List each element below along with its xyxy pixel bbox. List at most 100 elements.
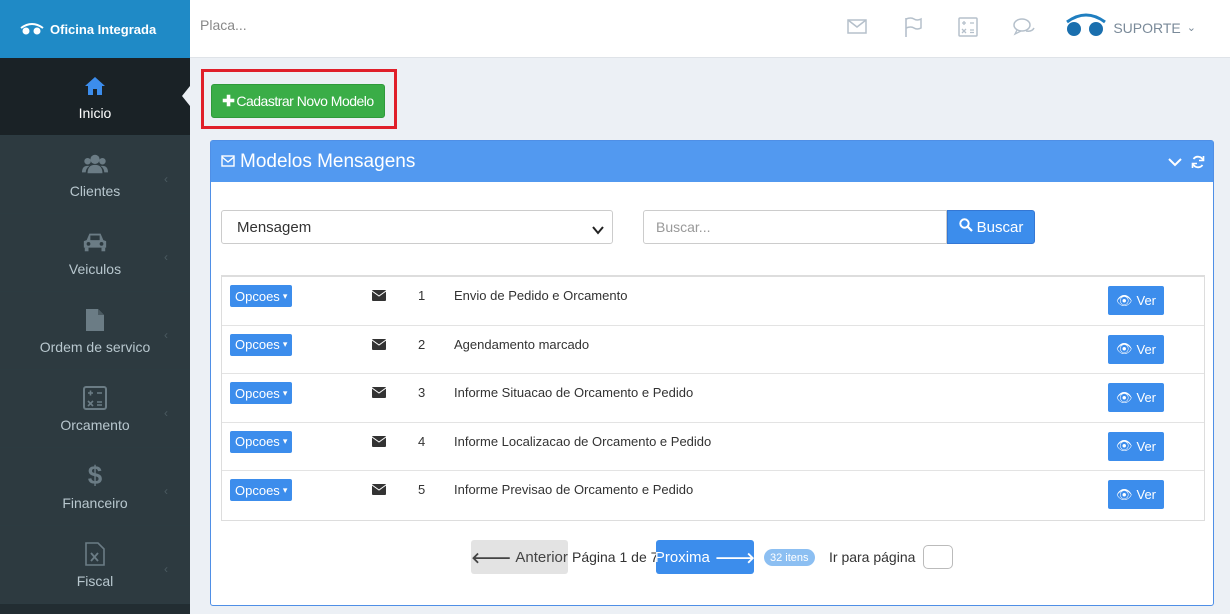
table-row: Opcoes ▾ 2 Agendamento marcado 👁 Ver — [222, 326, 1204, 374]
previous-button[interactable]: 🡐 Anterior — [471, 540, 568, 574]
filter-select-value: Mensagem — [237, 218, 312, 236]
eye-icon: 👁 — [1115, 486, 1133, 502]
chevron-down-icon: ⌄ — [1186, 22, 1196, 34]
message-name: Informe Situacao de Orcamento e Pedido — [454, 385, 694, 400]
view-button[interactable]: 👁 Ver — [1108, 480, 1164, 509]
sidebar-item-label: Fiscal — [76, 572, 114, 589]
view-button[interactable]: 👁 Ver — [1108, 286, 1164, 315]
file-icon — [82, 307, 108, 333]
sidebar-item-inicio[interactable]: Inicio — [0, 58, 190, 136]
table-row: Opcoes ▾ 5 Informe Previsao de Orcamento … — [222, 471, 1204, 520]
refresh-icon[interactable] — [1191, 153, 1205, 175]
view-label: Ver — [1136, 293, 1157, 308]
brand-name: Oficina Integrada — [50, 21, 157, 37]
excel-file-icon — [82, 541, 108, 567]
users-icon — [82, 151, 108, 177]
brand[interactable]: Oficina Integrada — [0, 0, 190, 58]
plus-icon: ✚ — [222, 93, 235, 110]
pagination: 🡐 Anterior Página 1 de 7 Proxima 🡒 32 it… — [211, 540, 1215, 574]
highlight-box: ✚ Cadastrar Novo Modelo — [201, 69, 397, 129]
chevron-left-icon: ‹ — [164, 250, 168, 264]
avatar — [1065, 12, 1107, 43]
envelope-icon — [371, 435, 387, 450]
sidebar: Oficina Integrada Inicio Clientes ‹ Veic… — [0, 0, 190, 614]
goto-page-label: Ir para página — [829, 549, 916, 565]
goto-page-input[interactable] — [923, 545, 953, 569]
options-dropdown[interactable]: Opcoes ▾ — [230, 430, 293, 453]
table-row: Opcoes ▾ 1 Envio de Pedido e Orcamento 👁 V… — [222, 277, 1204, 326]
add-model-button[interactable]: ✚ Cadastrar Novo Modelo — [211, 84, 385, 118]
sidebar-item-label: Inicio — [78, 104, 112, 121]
eye-icon: 👁 — [1115, 292, 1133, 308]
models-panel: Modelos Mensagens Mensagem Buscar... Bus… — [210, 140, 1214, 606]
plate-search-input[interactable]: Placa... — [200, 17, 247, 33]
next-button[interactable]: Proxima 🡒 — [655, 540, 756, 574]
arrow-left-icon: 🡐 — [471, 549, 512, 567]
view-label: Ver — [1136, 341, 1157, 357]
message-name: Agendamento marcado — [454, 336, 590, 352]
add-model-label: Cadastrar Novo Modelo — [236, 93, 374, 109]
sidebar-item-label: Financeiro — [62, 494, 128, 511]
options-dropdown[interactable]: Opcoes ▾ — [230, 382, 293, 404]
view-label: Ver — [1136, 487, 1157, 502]
chevron-left-icon: ‹ — [164, 172, 168, 186]
message-name: Informe Previsao de Orcamento e Pedido — [454, 482, 694, 497]
options-dropdown[interactable]: Opcoes ▾ — [230, 479, 293, 501]
envelope-icon[interactable] — [846, 16, 870, 40]
chevron-down-icon: ▾ — [282, 339, 288, 349]
collapse-icon[interactable] — [1167, 153, 1183, 175]
row-number: 2 — [418, 336, 426, 352]
previous-label: Anterior — [515, 548, 568, 566]
flag-icon[interactable] — [902, 16, 926, 40]
user-name: SUPORTE — [1113, 19, 1181, 36]
row-number: 1 — [418, 288, 426, 303]
panel-header: Modelos Mensagens — [211, 141, 1213, 182]
dollar-icon: $ — [87, 460, 103, 490]
eye-icon: 👁 — [1115, 389, 1133, 405]
filter-select[interactable]: Mensagem — [221, 210, 613, 244]
car-icon — [82, 229, 108, 255]
item-count-badge: 32 itens — [764, 549, 815, 566]
sidebar-item-fiscal[interactable]: Fiscal ‹ — [0, 526, 190, 604]
sidebar-item-veiculos[interactable]: Veiculos ‹ — [0, 214, 190, 292]
chevron-down-icon: ▾ — [282, 290, 288, 301]
view-button[interactable]: 👁 Ver — [1108, 383, 1164, 412]
topbar: Placa... SUPORTE ⌄ — [190, 0, 1230, 58]
view-button[interactable]: 👁 Ver — [1108, 334, 1164, 364]
sidebar-item-financeiro[interactable]: $ Financeiro ‹ — [0, 448, 190, 526]
options-label: Opcoes — [235, 288, 280, 304]
eye-icon: 👁 — [1115, 438, 1133, 453]
search-input[interactable]: Buscar... — [643, 210, 947, 244]
chevron-down-icon — [592, 222, 604, 239]
user-menu[interactable]: SUPORTE ⌄ — [1065, 12, 1196, 43]
options-label: Opcoes — [235, 385, 280, 401]
view-label: Ver — [1136, 390, 1157, 405]
options-dropdown[interactable]: Opcoes ▾ — [230, 333, 293, 356]
options-label: Opcoes — [235, 482, 280, 498]
chevron-down-icon: ▾ — [282, 484, 288, 495]
home-icon — [82, 73, 108, 99]
search-button[interactable]: Buscar — [947, 210, 1035, 244]
chat-icon[interactable] — [1012, 16, 1036, 40]
envelope-icon — [221, 151, 235, 173]
sidebar-item-label: Clientes — [69, 182, 121, 199]
row-number: 4 — [418, 433, 426, 449]
sidebar-item-ordem-de-servico[interactable]: Ordem de servico ‹ — [0, 292, 190, 370]
sidebar-item-orcamento[interactable]: Orcamento ‹ — [0, 370, 190, 448]
message-name: Informe Localizacao de Orcamento e Pedid… — [454, 433, 712, 449]
table-row: Opcoes ▾ 4 Informe Localizacao de Orcamen… — [222, 423, 1204, 471]
chevron-down-icon: ▾ — [282, 387, 288, 398]
row-number: 5 — [418, 482, 426, 497]
arrow-right-icon: 🡒 — [714, 549, 756, 567]
options-dropdown[interactable]: Opcoes ▾ — [230, 285, 293, 307]
chevron-left-icon: ‹ — [164, 562, 168, 576]
sidebar-item-clientes[interactable]: Clientes ‹ — [0, 136, 190, 214]
chevron-left-icon: ‹ — [164, 328, 168, 342]
calculator-icon[interactable] — [957, 16, 981, 40]
envelope-icon — [371, 338, 387, 353]
view-button[interactable]: 👁 Ver — [1108, 431, 1164, 461]
options-label: Opcoes — [235, 434, 280, 449]
search-icon — [958, 218, 973, 236]
options-label: Opcoes — [235, 337, 280, 352]
chevron-left-icon: ‹ — [164, 406, 168, 420]
